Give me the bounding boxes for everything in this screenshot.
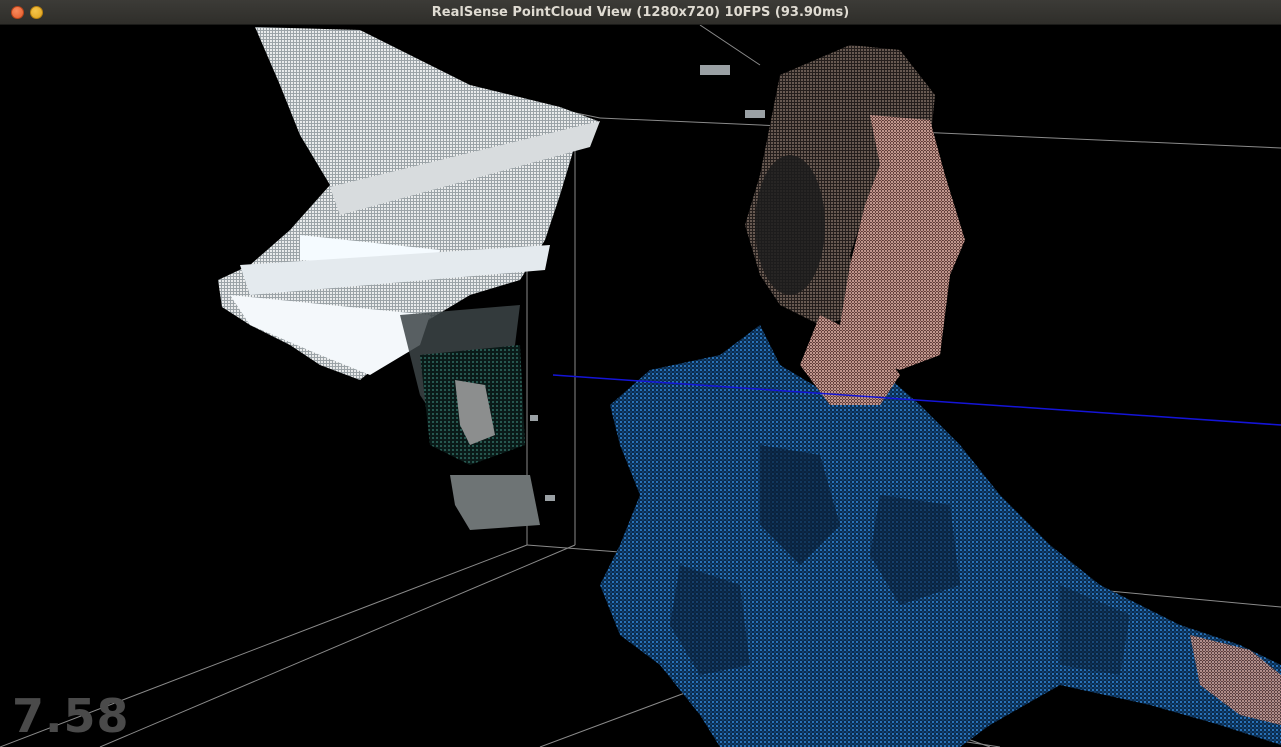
point-cloud-canvas (0, 25, 1281, 747)
ceiling-structure (218, 27, 600, 425)
person-point-cloud (600, 45, 1281, 747)
room-clutter (420, 345, 540, 530)
title-bar[interactable]: RealSense PointCloud View (1280x720) 10F… (0, 0, 1281, 25)
point-cloud-viewport[interactable]: 7.58 (0, 25, 1281, 747)
app-window: RealSense PointCloud View (1280x720) 10F… (0, 0, 1281, 747)
overlay-value: 7.58 (12, 689, 130, 743)
window-title: RealSense PointCloud View (1280x720) 10F… (431, 5, 850, 20)
